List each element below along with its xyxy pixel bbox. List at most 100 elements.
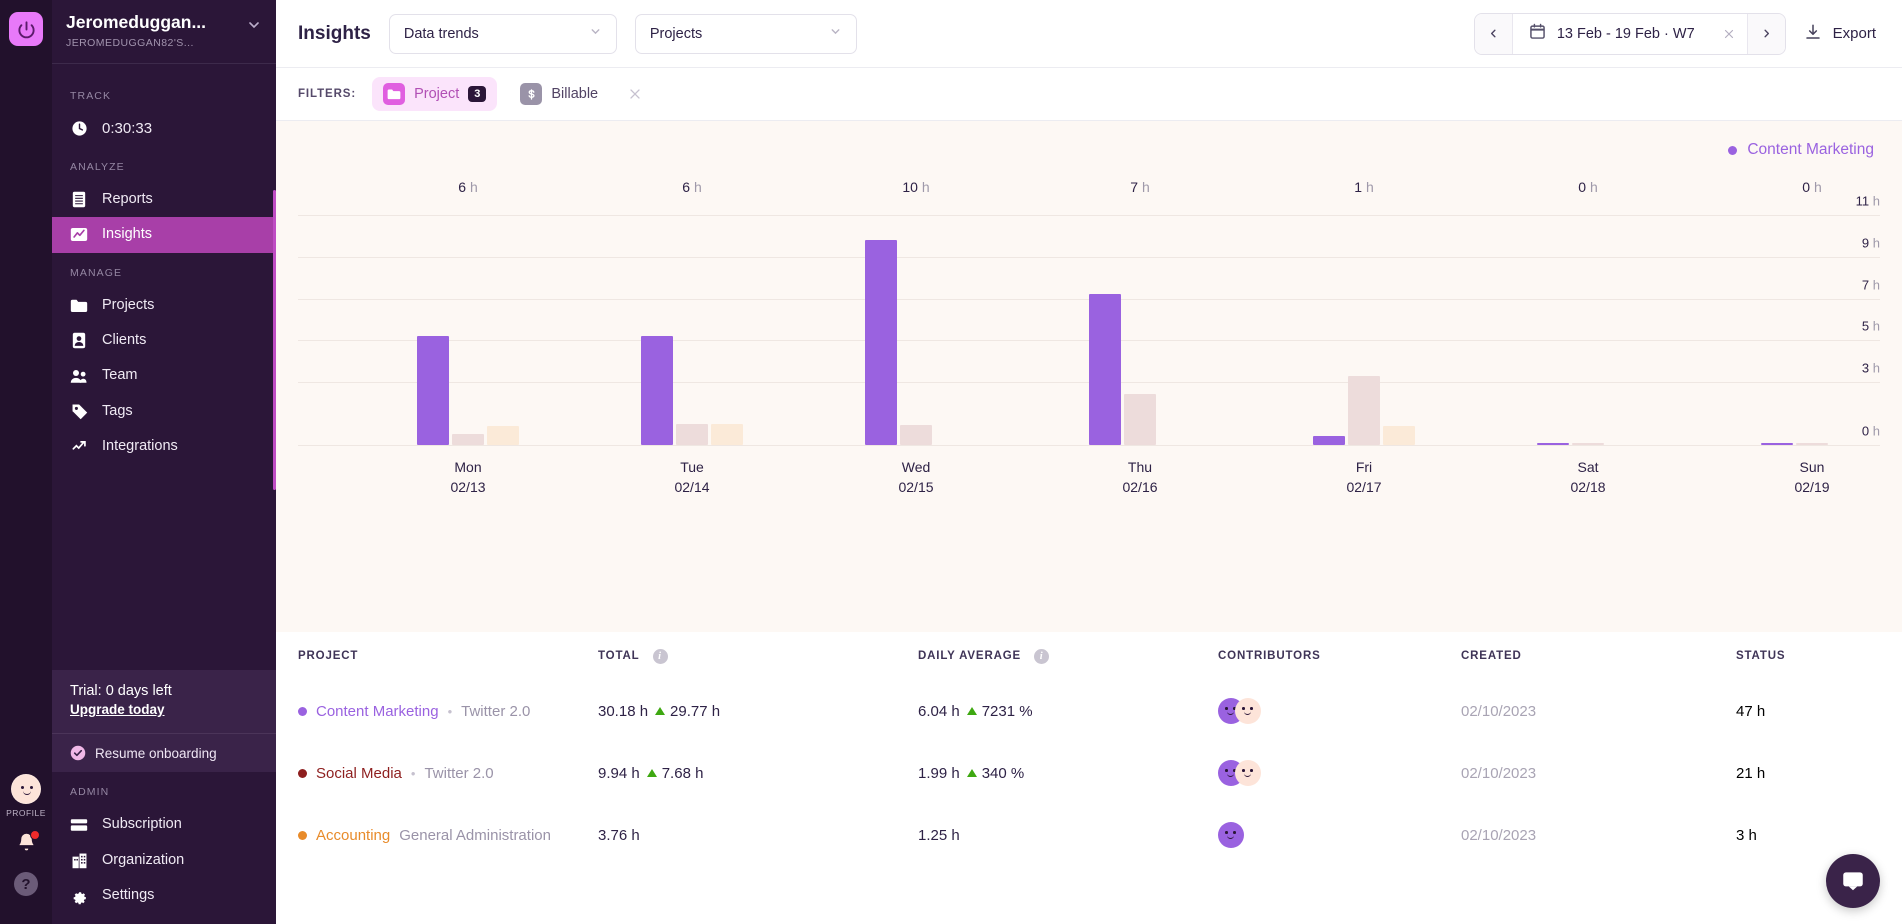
- x-axis-tick-label: Thu 02/16: [1122, 459, 1158, 495]
- power-logo-icon[interactable]: [9, 12, 43, 46]
- chart-bar[interactable]: [865, 240, 897, 445]
- cell-daily-average: 1.25 h: [918, 827, 1218, 844]
- sidebar-item-subscription[interactable]: Subscription: [52, 807, 276, 842]
- chevron-down-icon: [589, 25, 602, 42]
- chart-bar[interactable]: [1761, 442, 1793, 445]
- chart-bar[interactable]: [1089, 294, 1121, 445]
- table-row[interactable]: Accounting General Administration 3.76 h 1.…: [298, 804, 1880, 866]
- cell-created: 02/10/2023: [1461, 764, 1537, 782]
- trial-banner: Trial: 0 days left Upgrade today: [52, 670, 276, 734]
- chart-bar[interactable]: [676, 424, 708, 445]
- clock-icon: [70, 120, 88, 137]
- sidebar-nav: TRACK 0:30:33 ANALYZE Reports Insights M…: [52, 64, 276, 670]
- cell-total: 9.94 h 7.68 h: [598, 765, 918, 782]
- sidebar-item-organization[interactable]: Organization: [52, 843, 276, 878]
- help-button[interactable]: ?: [4, 872, 48, 896]
- date-range-picker: 13 Feb - 19 Feb · W7: [1473, 12, 1786, 55]
- bar-group-container: [298, 215, 1880, 445]
- sidebar-item-tags[interactable]: Tags: [52, 394, 276, 429]
- sidebar-item-insights[interactable]: Insights: [52, 217, 276, 253]
- report-type-select[interactable]: Data trends: [388, 13, 617, 54]
- cell-status: 21 h: [1736, 764, 1766, 782]
- workspace-subtitle: JEROMEDUGGAN82'S...: [66, 36, 194, 49]
- project-name[interactable]: Content Marketing: [316, 703, 439, 720]
- date-range-button[interactable]: 13 Feb - 19 Feb · W7: [1513, 14, 1711, 54]
- table-row[interactable]: Social Media • Twitter 2.0 9.94 h 7.68 h 1.99…: [298, 742, 1880, 804]
- previous-period-button[interactable]: [1474, 13, 1513, 54]
- chart-bar[interactable]: [1383, 426, 1415, 445]
- info-icon[interactable]: i: [652, 648, 668, 664]
- chart-bar[interactable]: [487, 426, 519, 445]
- project-color-dot: [298, 706, 307, 716]
- table-body: Content Marketing • Twitter 2.0 30.18 h 29.7…: [298, 680, 1880, 866]
- nav-section-manage: MANAGE: [70, 266, 123, 279]
- filters-label: FILTERS:: [298, 88, 357, 100]
- reports-icon: [70, 191, 88, 208]
- cell-status: 3 h: [1736, 826, 1757, 844]
- clear-date-range-button[interactable]: [1711, 14, 1747, 54]
- chart-bar[interactable]: [1572, 443, 1604, 445]
- avatar[interactable]: [1235, 698, 1261, 724]
- sidebar-item-integrations[interactable]: Integrations: [52, 429, 276, 464]
- folder-icon: [383, 83, 406, 105]
- cell-created: 02/10/2023: [1461, 826, 1537, 844]
- chart-bar[interactable]: [417, 336, 449, 445]
- clear-filters-button[interactable]: [621, 82, 649, 106]
- table-row[interactable]: Content Marketing • Twitter 2.0 30.18 h 29.7…: [298, 680, 1880, 742]
- avatar-group: [1218, 822, 1461, 848]
- cell-total: 30.18 h 29.77 h: [598, 703, 918, 720]
- sidebar-item-projects[interactable]: Projects: [52, 288, 276, 323]
- date-range-value: 13 Feb - 19 Feb · W7: [1556, 25, 1695, 42]
- project-color-dot: [298, 768, 307, 778]
- chart-bar[interactable]: [1537, 442, 1569, 445]
- project-name[interactable]: Accounting: [316, 827, 390, 844]
- team-icon: [70, 368, 88, 384]
- filter-chip-project[interactable]: Project 3: [372, 77, 498, 111]
- upgrade-link[interactable]: Upgrade today: [70, 702, 165, 717]
- help-icon: ?: [14, 872, 38, 896]
- sidebar-item-team[interactable]: Team: [52, 358, 276, 393]
- notifications-button[interactable]: [4, 830, 48, 858]
- chart-bar[interactable]: [641, 336, 673, 445]
- daily-average-delta: 7231 %: [966, 703, 1033, 720]
- client-name: Twitter 2.0: [424, 764, 494, 782]
- cell-created: 02/10/2023: [1461, 702, 1537, 720]
- day-total-label: 1 h: [1354, 179, 1374, 195]
- filter-chip-billable[interactable]: Billable: [509, 77, 609, 111]
- avatar[interactable]: [1218, 822, 1244, 848]
- project-name[interactable]: Social Media: [316, 765, 402, 782]
- sidebar-item-label: Integrations: [102, 438, 178, 455]
- chart-bar[interactable]: [452, 433, 484, 445]
- next-period-button[interactable]: [1746, 13, 1785, 54]
- intercom-launcher-button[interactable]: [1826, 854, 1880, 908]
- column-header-created: CREATED: [1461, 650, 1522, 662]
- chart-bar[interactable]: [711, 424, 743, 445]
- avatar[interactable]: [1235, 760, 1261, 786]
- export-button[interactable]: Export: [1804, 23, 1880, 45]
- chart-bar[interactable]: [1313, 435, 1345, 445]
- sidebar-item-label: Team: [102, 367, 138, 384]
- dollar-icon: [520, 83, 543, 105]
- chart-bar[interactable]: [900, 425, 932, 445]
- profile-button[interactable]: PROFILE: [4, 774, 48, 818]
- tag-icon: [70, 403, 88, 420]
- sidebar-item-timer[interactable]: 0:30:33: [52, 111, 276, 147]
- group-by-select[interactable]: Projects: [634, 13, 857, 54]
- sidebar-item-settings[interactable]: Settings: [52, 878, 276, 914]
- nav-section-track: TRACK: [70, 89, 112, 102]
- page-title: Insights: [298, 22, 371, 44]
- chart-bar[interactable]: [1796, 443, 1828, 445]
- workspace-switcher[interactable]: Jeromeduggan... JEROMEDUGGAN82'S...: [52, 0, 276, 64]
- sidebar: Jeromeduggan... JEROMEDUGGAN82'S... TRAC…: [52, 0, 276, 924]
- sidebar-item-clients[interactable]: Clients: [52, 323, 276, 358]
- day-totals-row: 6 h 6 h 10 h 7 h 1 h 0 h 0 h: [298, 179, 1880, 201]
- cell-daily-average: 1.99 h 340 %: [918, 765, 1218, 782]
- day-total-label: 7 h: [1130, 179, 1150, 195]
- chart-bar[interactable]: [1124, 393, 1156, 445]
- resume-onboarding-button[interactable]: Resume onboarding: [52, 733, 276, 773]
- chart-bar[interactable]: [1348, 376, 1380, 445]
- info-icon[interactable]: i: [1034, 648, 1050, 664]
- sidebar-item-reports[interactable]: Reports: [52, 182, 276, 217]
- icon-rail: PROFILE ?: [0, 0, 52, 924]
- profile-label: PROFILE: [6, 808, 46, 818]
